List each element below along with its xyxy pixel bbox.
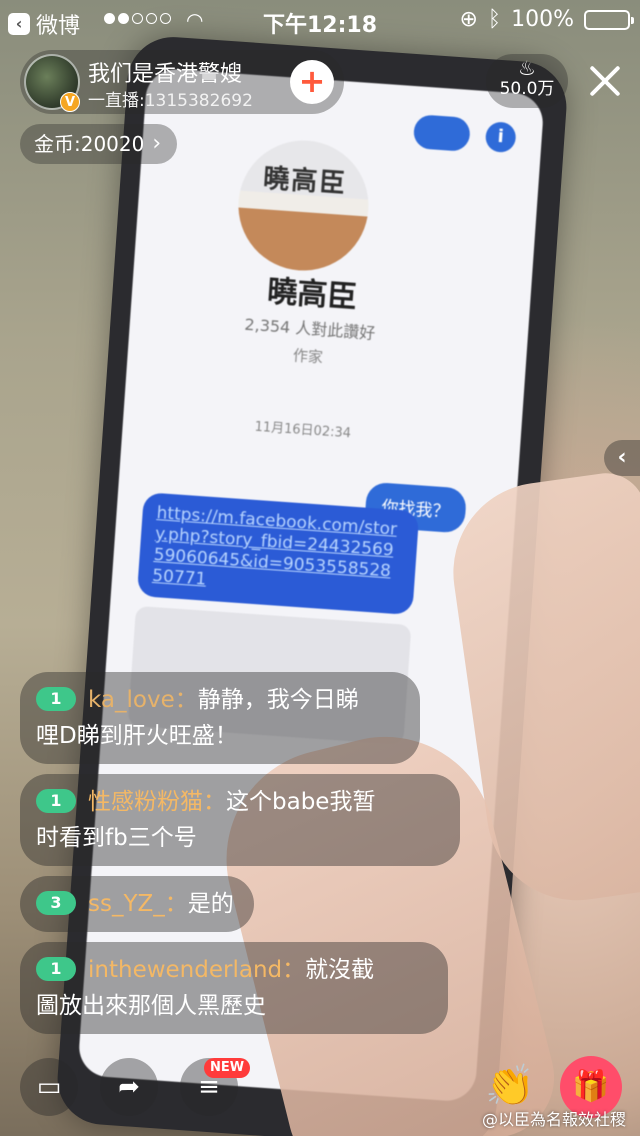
fb-message-timestamp: 11月16日02:34 — [254, 419, 352, 442]
weibo-watermark: @以臣為名報效社稷 — [482, 1110, 627, 1129]
comment-username[interactable]: inthewenderland — [88, 957, 282, 983]
comment-separator: ： — [174, 687, 198, 713]
fb-link-message: https://m.facebook.com/story.php?story_f… — [136, 492, 420, 616]
new-badge: NEW — [204, 1058, 251, 1078]
comment-text: 是的 — [187, 891, 234, 917]
rotation-lock-icon: ⊕ — [459, 7, 478, 32]
record-video-button[interactable]: ▭ — [20, 1058, 78, 1116]
user-level-badge: 1 — [36, 687, 76, 711]
streamer-id: 一直播:1315382692 — [88, 91, 253, 111]
user-level-badge: 3 — [36, 891, 76, 915]
user-level-badge: 1 — [36, 957, 76, 981]
comment-separator: ： — [282, 957, 306, 983]
comment-username[interactable]: 性感粉粉猫 — [88, 789, 203, 815]
fb-check-icon — [412, 114, 471, 152]
comment-text-cont: 哩D睇到肝火旺盛！ — [36, 723, 238, 749]
comment-item: 3 ss_YZ_：是的 — [20, 876, 254, 932]
share-button[interactable]: ➦ — [100, 1058, 158, 1116]
comment-text: 就沒截 — [305, 957, 375, 983]
streamer-name: 我们是香港警嫂 — [88, 62, 243, 87]
comment-username[interactable]: ss_YZ_ — [88, 891, 165, 917]
gift-icon: 🎁 — [572, 1069, 610, 1104]
comment-item: 1 性感粉粉猫：这个babe我暂时看到fb三个号 — [20, 774, 460, 866]
fb-avatar-text: 曉高臣 — [262, 163, 349, 200]
comment-text-cont: 时看到fb三个号 — [36, 825, 197, 851]
comment-text-cont: 圖放出來那個人黑歷史 — [36, 993, 266, 1019]
battery-percent: 100% — [511, 7, 574, 32]
share-arrow-icon: ➦ — [118, 1072, 140, 1102]
verified-badge-icon: V — [60, 92, 80, 112]
comment-item: 1 inthewenderland：就沒截圖放出來那個人黑歷史 — [20, 942, 448, 1034]
viewer-count-value: 50.0万 — [499, 79, 555, 99]
comment-text: 静静，我今日睇 — [197, 687, 359, 713]
streamer-card[interactable]: V 我们是香港警嫂 一直播:1315382692 + — [20, 50, 344, 114]
coins-pill[interactable]: 金币:20020 › — [20, 124, 178, 164]
comment-separator: ： — [164, 891, 188, 917]
comment-username[interactable]: ka_love — [88, 687, 175, 713]
follow-button[interactable]: + — [290, 60, 334, 104]
comment-item: 1 ka_love：静静，我今日睇哩D睇到肝火旺盛！ — [20, 672, 420, 764]
battery-icon — [584, 9, 634, 30]
chevron-left-icon: ‹ — [617, 445, 627, 470]
fb-info-icon: i — [484, 121, 517, 154]
status-bar: ‹ 微博 ◠ 下午12:18 ⊕ ᛒ 100% — [0, 0, 640, 40]
comment-list: 1 ka_love：静静，我今日睇 哩D睇到肝火旺盛！ 1 性感粉粉猫：这个babe我… — [20, 672, 460, 1044]
comment-separator: ： — [203, 789, 226, 815]
status-right: ⊕ ᛒ 100% — [459, 7, 634, 32]
comment-text: 这个babe我暂 — [226, 789, 376, 815]
chevron-right-icon: › — [152, 131, 162, 156]
viewer-count[interactable]: ♨ 50.0万 — [486, 54, 568, 108]
close-button[interactable] — [582, 58, 628, 104]
user-level-badge: 1 — [36, 789, 76, 813]
side-panel-toggle[interactable]: ‹ — [604, 440, 640, 476]
video-camera-icon: ▭ — [36, 1072, 62, 1102]
flame-icon: ♨ — [518, 56, 536, 80]
bluetooth-icon: ᛒ — [487, 7, 502, 32]
coins-label: 金币:20020 — [34, 132, 145, 156]
fb-page-avatar: 曉高臣 — [234, 136, 373, 275]
